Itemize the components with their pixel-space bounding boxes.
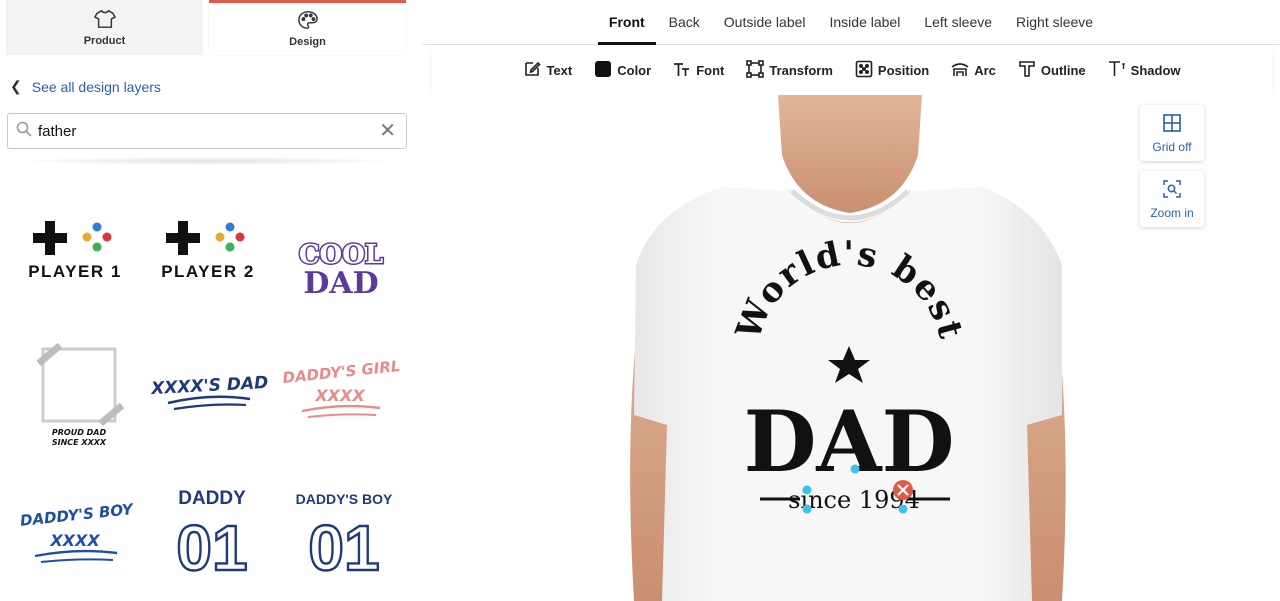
zoom-in-icon <box>1162 179 1182 202</box>
shadow-tool-label: Shadow <box>1130 62 1181 78</box>
arc-tool-label: Arc <box>974 62 996 78</box>
tab-design-label: Design <box>289 36 326 48</box>
position-tool-label: Position <box>877 62 930 78</box>
design-grid: PLAYER 1 PLAYER 2 COOL COOL DAD PROUD DA… <box>0 190 414 601</box>
left-tabs: Product Design <box>6 0 406 55</box>
text-tool-label: Text <box>546 62 573 78</box>
design-text-line-2: XXXX <box>49 531 100 550</box>
design-proud-dad-photo[interactable]: PROUD DAD SINCE XXXX <box>8 320 138 450</box>
palette-icon <box>297 10 319 33</box>
chevron-left-icon: ❮ <box>10 78 22 94</box>
design-daddys-boy-script[interactable]: DADDY'S BOY XXXX <box>8 460 138 590</box>
zoom-in-button[interactable]: Zoom in <box>1140 171 1204 227</box>
design-text: PLAYER 2 <box>161 262 255 281</box>
design-text: XXXX'S DAD <box>150 373 269 399</box>
design-text-line-2: 01 <box>176 512 247 584</box>
color-tool-label: Color <box>617 62 652 78</box>
color-swatch-icon <box>594 60 612 81</box>
arc-icon <box>951 60 969 81</box>
design-panel: Product Design ❮ See all design layers ✕ <box>0 0 414 601</box>
font-tool-button[interactable]: Font <box>673 60 724 81</box>
text-tool-button[interactable]: Text <box>523 60 572 81</box>
outline-tool-button[interactable]: Outline <box>1018 60 1086 81</box>
grid-toggle-label: Grid off <box>1152 139 1192 154</box>
back-link-label: See all design layers <box>31 78 161 95</box>
search-box: ✕ <box>7 113 407 149</box>
tab-outside-label[interactable]: Outside label <box>713 0 817 44</box>
tshirt-icon <box>93 9 116 32</box>
tab-design[interactable]: Design <box>209 0 406 55</box>
design-player-2[interactable]: PLAYER 2 <box>141 190 271 320</box>
design-text-line-1: DADDY'S GIRL <box>282 357 402 387</box>
design-text-line-1: DADDY'S BOY <box>19 500 136 530</box>
font-tool-label: Font <box>696 62 725 78</box>
arc-tool-button[interactable]: Arc <box>951 60 996 81</box>
divider <box>12 157 402 165</box>
product-preview-canvas: World's best DAD since 1994 Grid off Zoo… <box>422 95 1280 601</box>
tab-left-sleeve[interactable]: Left sleeve <box>913 0 1003 44</box>
grid-toggle-button[interactable]: Grid off <box>1140 105 1204 161</box>
design-text: PLAYER 1 <box>28 262 122 281</box>
transform-icon <box>746 59 765 81</box>
search-input[interactable] <box>38 122 380 140</box>
transform-tool-label: Transform <box>769 62 833 78</box>
position-icon <box>855 60 873 81</box>
outline-icon <box>1018 60 1036 81</box>
product-side-tabs: Front Back Outside label Inside label Le… <box>422 0 1280 45</box>
delete-selection-icon[interactable] <box>893 480 913 500</box>
tab-back[interactable]: Back <box>658 0 711 44</box>
design-cool-dad[interactable]: COOL COOL DAD <box>273 190 403 320</box>
design-text-line-1: DADDY'S BOY <box>296 491 393 507</box>
text-toolbar: Text Color Font Transform Position Arc O… <box>432 45 1272 95</box>
tab-product-label: Product <box>83 34 126 47</box>
grid-icon <box>1162 113 1182 136</box>
design-daddys-girl[interactable]: DADDY'S GIRL XXXX <box>273 320 403 450</box>
print-main-text: DAD <box>744 392 955 491</box>
design-text-line-2: 01 <box>308 512 379 584</box>
edit-text-icon <box>523 60 542 81</box>
tab-front[interactable]: Front <box>597 0 656 45</box>
back-link[interactable]: ❮ See all design layers <box>10 78 161 95</box>
design-text-line-2: XXXX <box>314 386 365 405</box>
design-xxxxs-dad[interactable]: XXXX'S DAD <box>141 320 271 450</box>
gamepad-cross-icon <box>33 221 67 255</box>
design-text-line-1: DADDY <box>178 488 246 509</box>
tab-inside-label[interactable]: Inside label <box>819 0 912 44</box>
zoom-in-label: Zoom in <box>1150 205 1194 220</box>
design-text-line-2: SINCE XXXX <box>52 438 107 447</box>
shadow-tool-button[interactable]: Shadow <box>1108 60 1181 81</box>
preview-area: Front Back Outside label Inside label Le… <box>422 0 1280 601</box>
font-icon <box>673 60 691 81</box>
design-text-line-2: DAD <box>303 266 378 301</box>
design-text-line-1: PROUD DAD <box>52 428 107 437</box>
tab-right-sleeve[interactable]: Right sleeve <box>1005 0 1104 44</box>
search-icon <box>16 121 32 142</box>
color-tool-button[interactable]: Color <box>594 60 651 81</box>
clear-search-icon[interactable]: ✕ <box>379 121 396 141</box>
position-tool-button[interactable]: Position <box>855 60 929 81</box>
design-daddys-boy-01[interactable]: DADDY'S BOY 01 <box>273 460 403 590</box>
design-player-1[interactable]: PLAYER 1 <box>8 190 138 320</box>
shadow-icon <box>1108 60 1126 81</box>
design-daddy-01[interactable]: DADDY 01 <box>141 460 271 590</box>
transform-tool-button[interactable]: Transform <box>746 59 833 81</box>
outline-tool-label: Outline <box>1040 62 1086 78</box>
tab-product[interactable]: Product <box>6 0 203 55</box>
gamepad-cross-icon <box>166 221 200 255</box>
